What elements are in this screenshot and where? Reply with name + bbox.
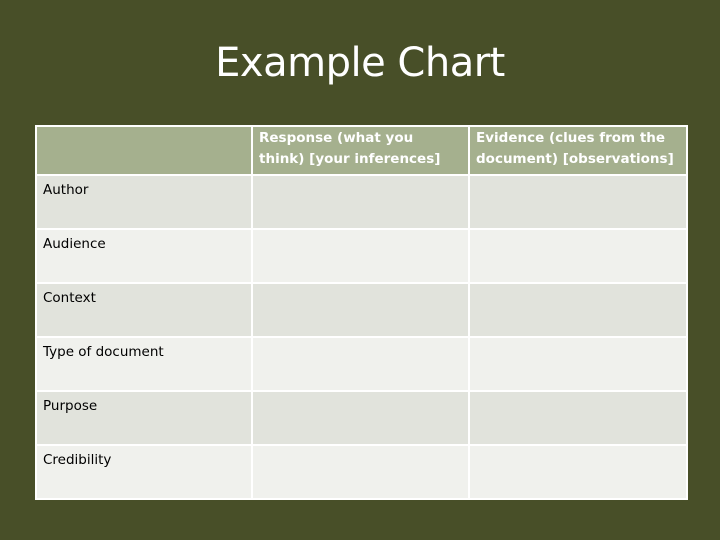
header-response: Response (what you think) [your inferenc…: [251, 125, 470, 176]
evidence-cell[interactable]: [468, 282, 688, 338]
table-row: Type of document: [35, 336, 688, 392]
header-row: Response (what you think) [your inferenc…: [35, 125, 688, 176]
row-label: Type of document: [35, 336, 253, 392]
evidence-cell[interactable]: [468, 444, 688, 500]
response-cell[interactable]: [251, 444, 470, 500]
table-row: Credibility: [35, 444, 688, 500]
evidence-cell[interactable]: [468, 390, 688, 446]
header-evidence: Evidence (clues from the document) [obse…: [468, 125, 688, 176]
evidence-cell[interactable]: [468, 228, 688, 284]
response-cell[interactable]: [251, 228, 470, 284]
table-row: Purpose: [35, 390, 688, 446]
response-cell[interactable]: [251, 390, 470, 446]
evidence-cell[interactable]: [468, 174, 688, 230]
row-label: Audience: [35, 228, 253, 284]
slide-title: Example Chart: [215, 40, 505, 86]
row-label: Credibility: [35, 444, 253, 500]
row-label: Context: [35, 282, 253, 338]
response-cell[interactable]: [251, 174, 470, 230]
table-row: Context: [35, 282, 688, 338]
row-label: Purpose: [35, 390, 253, 446]
header-blank: [35, 125, 253, 176]
evidence-cell[interactable]: [468, 336, 688, 392]
row-label: Author: [35, 174, 253, 230]
response-cell[interactable]: [251, 336, 470, 392]
table-row: Audience: [35, 228, 688, 284]
response-cell[interactable]: [251, 282, 470, 338]
table-row: Author: [35, 174, 688, 230]
analysis-table: Response (what you think) [your inferenc…: [35, 125, 688, 500]
